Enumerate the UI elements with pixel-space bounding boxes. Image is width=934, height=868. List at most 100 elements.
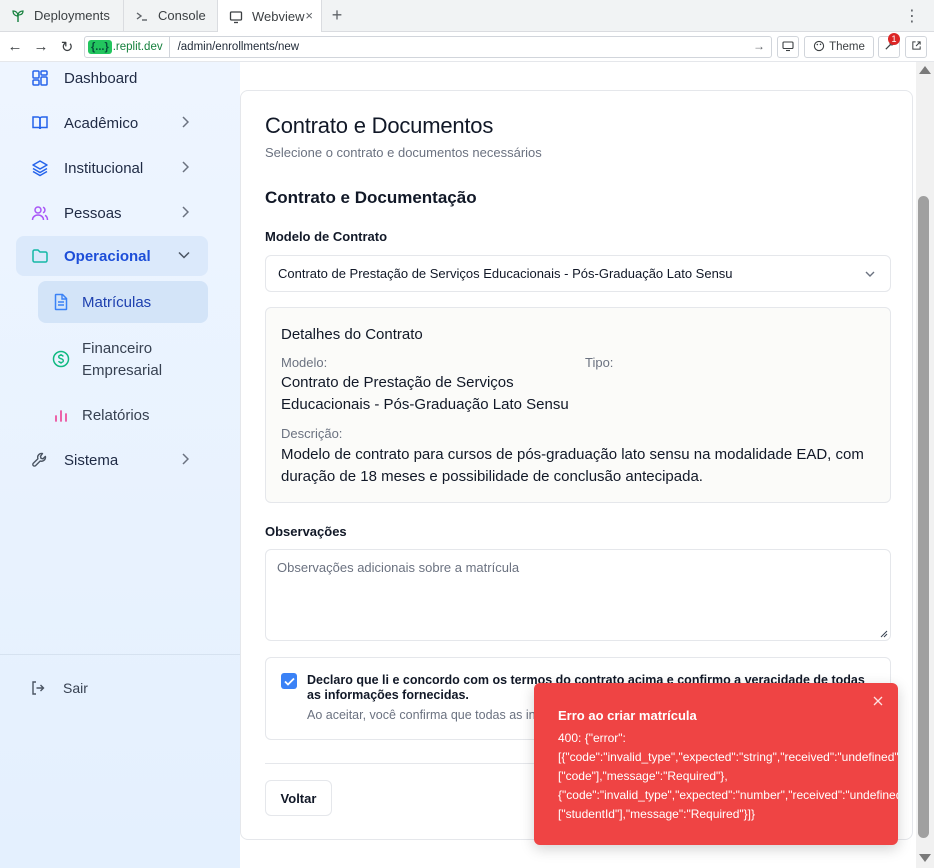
description-line1: Modelo de contrato para cursos de pós-gr… [281,446,864,463]
layers-icon [30,158,50,178]
chevron-down-icon [178,248,190,262]
sidebar-item-label: Operacional [64,247,151,265]
model-label: Modelo: [281,355,328,370]
screen-button[interactable] [777,36,799,58]
tab-label: Webview [252,9,305,24]
contract-model-select[interactable]: Contrato de Prestação de Serviços Educac… [265,255,891,292]
tab-webview[interactable]: Webview × [218,0,322,33]
toast-line: ["code"],"message":"Required"}, [558,769,728,783]
sidebar-item-label: Acadêmico [64,114,139,132]
dashboard-icon [30,68,50,88]
chevron-down-icon [864,268,876,280]
observations-textarea[interactable]: Observações adicionais sobre a matrícula [265,549,891,641]
forward-arrow-icon[interactable]: → [28,38,54,55]
external-link-icon [911,40,922,54]
logout-button[interactable]: Sair [30,680,88,696]
sidebar-item-academico[interactable]: Acadêmico [16,103,208,143]
sidebar-item-sistema[interactable]: Sistema [16,440,208,480]
scroll-down-arrow-icon[interactable] [919,854,931,862]
section-title: Contrato e Documentação [265,188,477,207]
file-text-icon [52,293,70,311]
sidebar: Dashboard Acadêmico Institucional Pessoa… [0,62,240,868]
logout-icon [30,680,46,696]
sprout-icon [10,8,26,24]
sidebar-item-label: Financeiro Empresarial [82,338,162,382]
theme-button[interactable]: Theme [804,36,874,58]
wrench-icon [30,450,50,470]
tab-deployments[interactable]: Deployments [0,0,124,31]
observations-label: Observações [265,524,347,539]
sidebar-item-label: Matrículas [82,293,152,311]
card-title: Contrato e Documentos [265,113,494,138]
url-path: /admin/enrollments/new [177,41,300,53]
contract-model-value: Contrato de Prestação de Serviços Educac… [278,266,733,281]
sidebar-item-pessoas[interactable]: Pessoas [16,193,208,233]
back-arrow-icon[interactable]: ← [2,38,28,55]
reload-icon[interactable]: ↻ [54,38,80,56]
scrollbar-thumb[interactable] [918,196,929,838]
toast-title: Erro ao criar matrícula [558,708,697,723]
sidebar-item-relatorios[interactable]: Relatórios [38,395,208,435]
observations-placeholder: Observações adicionais sobre a matrícula [277,560,520,575]
toast-line: ["studentId"],"message":"Required"}]} [558,807,756,821]
toast-line: 400: {"error": [558,731,626,745]
tab-label: Console [158,8,206,23]
details-title: Detalhes do Contrato [281,326,423,343]
sidebar-item-label: Pessoas [64,204,122,222]
model-value: Contrato de Prestação de Serviços Educac… [281,372,569,416]
users-icon [30,203,50,223]
bar-chart-icon [52,406,70,424]
go-arrow-icon[interactable]: → [753,39,765,53]
resize-grip-icon[interactable] [880,630,888,638]
monitor-icon [228,9,244,25]
sidebar-item-label: Sistema [64,451,119,469]
sidebar-item-matriculas[interactable]: Matrículas [38,281,208,323]
scroll-up-arrow-icon[interactable] [919,66,931,74]
address-field[interactable]: {...} .replit.dev /admin/enrollments/new… [84,36,772,58]
terminal-icon [134,8,150,24]
contract-details: Detalhes do Contrato Modelo: Contrato de… [265,307,891,503]
browser-tab-strip: Deployments Console Webview × + ⋮ [0,0,934,33]
consent-checkbox[interactable] [281,673,297,689]
sidebar-divider [0,654,240,655]
sidebar-item-institucional[interactable]: Institucional [16,148,208,188]
scrollbar[interactable] [916,62,934,868]
book-open-icon [30,113,50,133]
chevron-right-icon [180,205,190,219]
sidebar-item-label-line2: Empresarial [82,362,163,379]
toast-line: {"code":"invalid_type","expected":"numbe… [558,788,898,802]
sidebar-item-dashboard[interactable]: Dashboard [16,58,208,98]
sidebar-item-label: Dashboard [64,69,138,87]
chevron-right-icon [180,115,190,129]
sidebar-item-label-line1: Financeiro [82,340,153,357]
new-tab-button[interactable]: + [322,0,352,31]
dollar-circle-icon [52,350,70,368]
description-value: Modelo de contrato para cursos de pós-gr… [281,444,864,488]
notification-badge: 1 [888,33,900,45]
toast-line: [{"code":"invalid_type","expected":"stri… [558,750,898,764]
sidebar-item-label: Institucional [64,159,144,177]
model-value-line2: Educacionais - Pós-Graduação Lato Sensu [281,396,569,413]
more-menu-icon[interactable]: ⋮ [904,6,920,26]
sidebar-item-operacional[interactable]: Operacional [16,236,208,276]
contract-model-label: Modelo de Contrato [265,229,388,244]
check-icon [283,677,295,686]
chevron-right-icon [180,452,190,466]
screen-icon [782,40,794,55]
description-label: Descrição: [281,426,343,441]
back-button[interactable]: Voltar [265,780,332,816]
sidebar-item-financeiro[interactable]: Financeiro Empresarial [38,338,208,382]
model-value-line1: Contrato de Prestação de Serviços [281,374,514,391]
description-line2: duração de 18 meses e possibilidade de c… [281,468,703,485]
url-host-text: .replit.dev [112,41,163,53]
close-icon[interactable] [872,695,886,709]
error-toast: Erro ao criar matrícula 400: {"error": [… [534,683,898,845]
open-external-button[interactable] [905,36,927,58]
chevron-right-icon [180,160,190,174]
theme-label: Theme [829,41,865,53]
close-icon[interactable]: × [305,8,313,23]
url-host: {...} .replit.dev [85,37,170,57]
tab-console[interactable]: Console [124,0,218,31]
card-subtitle: Selecione o contrato e documentos necess… [265,145,542,160]
type-label: Tipo: [585,355,614,370]
